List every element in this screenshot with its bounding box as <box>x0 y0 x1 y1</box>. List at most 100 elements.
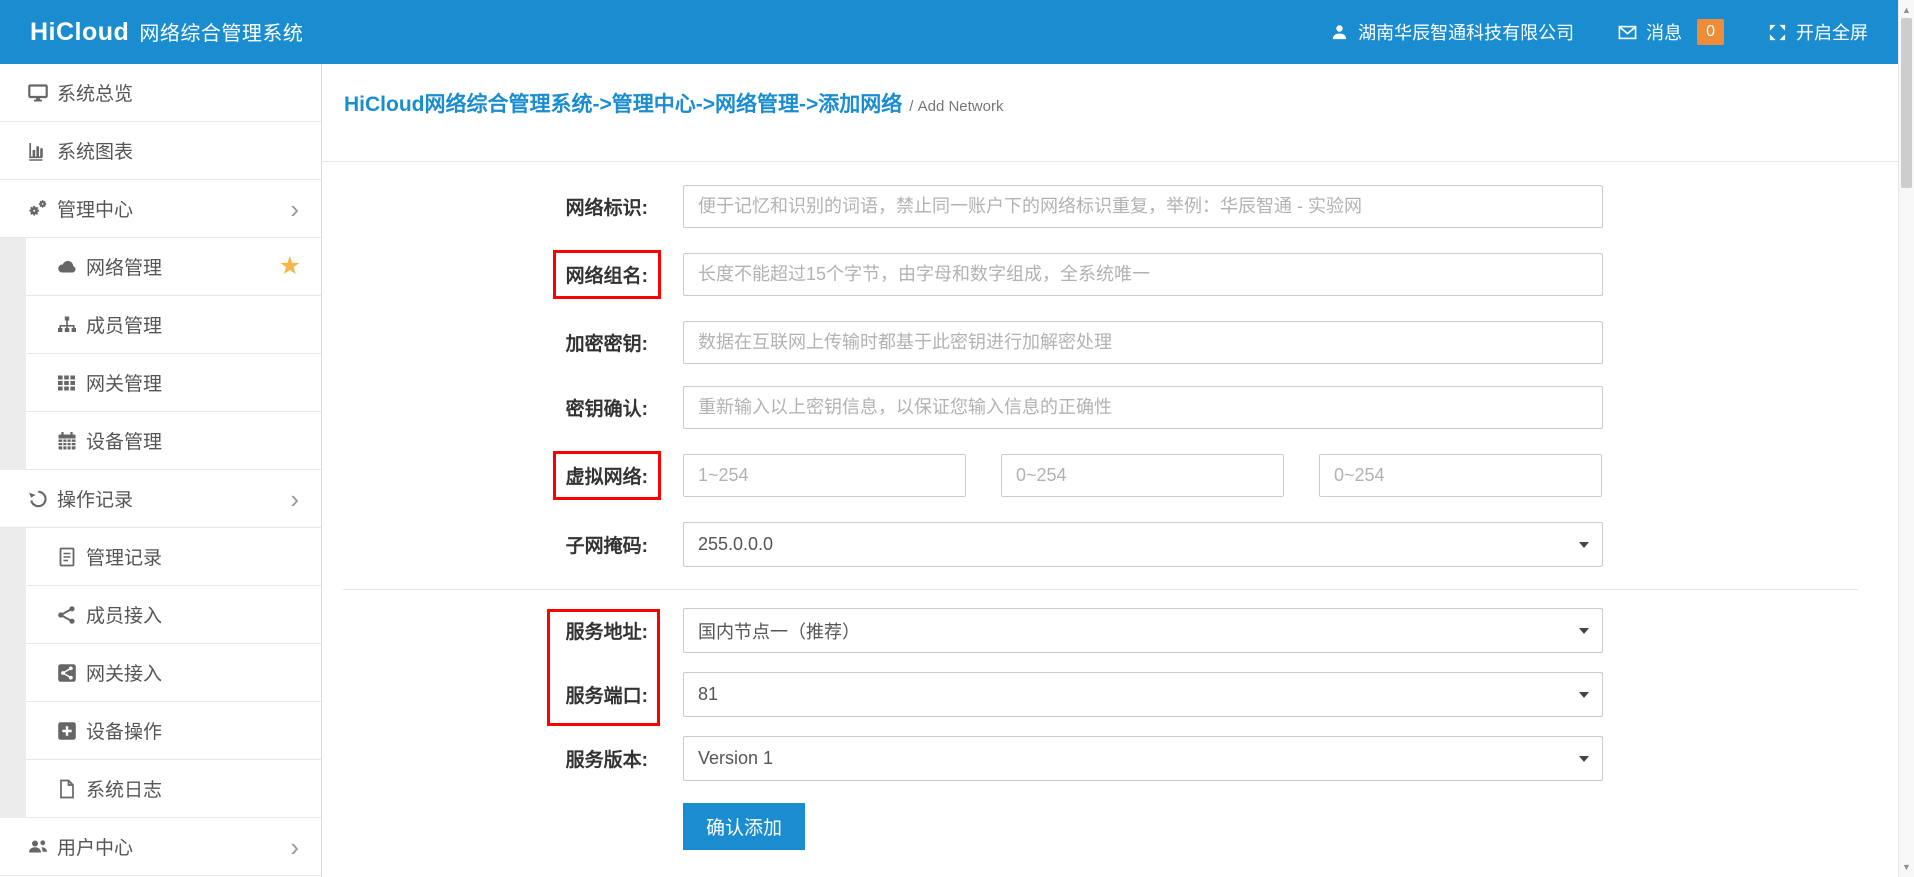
share-square-icon <box>57 663 77 683</box>
scrollbar-thumb[interactable] <box>1901 18 1912 188</box>
scroll-up-arrow-icon[interactable]: ▲ <box>1899 5 1914 15</box>
virtual-network-octet1-input[interactable] <box>683 454 966 497</box>
sidebar-item-system-overview[interactable]: 系统总览 <box>0 64 321 122</box>
fullscreen-button[interactable]: 开启全屏 <box>1768 19 1868 45</box>
sitemap-icon <box>57 315 77 335</box>
document-icon <box>57 547 77 567</box>
form-row-key-confirm: 密钥确认: <box>323 386 1898 429</box>
network-group-name-input[interactable] <box>683 253 1603 296</box>
sidebar-item-member-management[interactable]: 成员管理 <box>0 296 321 354</box>
add-network-form: 网络标识: 网络组名: 加密密钥: 密钥确认: 虚拟网络: <box>323 162 1898 850</box>
sidebar-item-label: 成员管理 <box>86 311 162 338</box>
sidebar-item-label: 系统日志 <box>86 775 162 802</box>
envelope-icon <box>1618 23 1637 42</box>
network-group-name-label-annotation-box: 网络组名: <box>553 250 661 299</box>
subnet-mask-select[interactable]: 255.0.0.0 <box>683 522 1603 567</box>
field-label-cell: 服务版本: <box>323 745 683 772</box>
breadcrumb-bar: HiCloud网络综合管理系统->管理中心->网络管理->添加网络/ Add N… <box>323 64 1898 162</box>
virtual-network-octet2-input[interactable] <box>1001 454 1284 497</box>
messages-button[interactable]: 消息 0 <box>1618 19 1724 45</box>
plus-square-icon <box>57 721 77 741</box>
sidebar-item-gateway-management[interactable]: 网关管理 <box>0 354 321 412</box>
service-version-label: 服务版本: <box>566 745 648 772</box>
field-label-cell: 网络标识: <box>323 193 683 220</box>
form-row-encryption-key: 加密密钥: <box>323 321 1898 364</box>
caret-down-icon <box>1579 756 1589 762</box>
virtual-network-octet3-input[interactable] <box>1319 454 1602 497</box>
sidebar-item-gateway-access[interactable]: 网关接入 <box>0 644 321 702</box>
sidebar-item-device-operations[interactable]: 设备操作 <box>0 702 321 760</box>
field-label-cell: 子网掩码: <box>323 531 683 558</box>
user-icon <box>1330 23 1349 42</box>
service-version-value: Version 1 <box>698 748 773 769</box>
caret-down-icon <box>1579 692 1589 698</box>
key-confirm-label: 密钥确认: <box>566 394 648 421</box>
sidebar-item-user-center[interactable]: 用户中心 › <box>0 818 321 876</box>
sidebar-item-member-access[interactable]: 成员接入 <box>0 586 321 644</box>
form-row-network-id: 网络标识: <box>323 185 1898 228</box>
network-id-label: 网络标识: <box>566 193 648 220</box>
confirm-add-button[interactable]: 确认添加 <box>683 803 805 850</box>
grid-icon <box>57 373 77 393</box>
form-row-service-port: 服务端口: 81 <box>323 672 1898 717</box>
service-version-select[interactable]: Version 1 <box>683 736 1603 781</box>
sidebar-item-system-logs[interactable]: 系统日志 <box>0 760 321 818</box>
fullscreen-icon <box>1768 23 1787 42</box>
field-label-cell: 服务地址: <box>323 617 683 644</box>
field-label-cell: 网络组名: <box>323 250 683 299</box>
brand-suffix: 网络综合管理系统 <box>139 17 303 46</box>
field-label-cell: 服务端口: <box>323 681 683 708</box>
brand-name: HiCloud <box>30 18 129 47</box>
sidebar-item-label: 网络管理 <box>86 253 162 280</box>
sidebar-item-label: 网关接入 <box>86 659 162 686</box>
main-content: HiCloud网络综合管理系统->管理中心->网络管理->添加网络/ Add N… <box>323 64 1898 877</box>
cloud-icon <box>57 257 77 277</box>
sidebar: 系统总览 系统图表 管理中心 › 网络管理 ★ 成员管理 网关管理 <box>0 64 322 877</box>
form-section-divider <box>343 589 1858 590</box>
scroll-down-arrow-icon[interactable]: ▼ <box>1899 862 1914 872</box>
sidebar-item-management-center[interactable]: 管理中心 › <box>0 180 321 238</box>
management-submenu: 网络管理 ★ 成员管理 网关管理 设备管理 <box>0 238 321 470</box>
sidebar-item-label: 操作记录 <box>57 485 133 512</box>
sidebar-item-label: 系统图表 <box>57 137 133 164</box>
service-address-select[interactable]: 国内节点一（推荐） <box>683 608 1603 653</box>
encryption-key-label: 加密密钥: <box>566 329 648 356</box>
breadcrumb-suffix: / Add Network <box>909 98 1003 115</box>
service-address-value: 国内节点一（推荐） <box>698 618 860 644</box>
users-icon <box>28 837 48 857</box>
sidebar-item-label: 系统总览 <box>57 79 133 106</box>
key-confirm-input[interactable] <box>683 386 1603 429</box>
caret-down-icon <box>1579 542 1589 548</box>
sidebar-item-management-records[interactable]: 管理记录 <box>0 528 321 586</box>
virtual-network-octets <box>683 454 1603 497</box>
form-row-subnet-mask: 子网掩码: 255.0.0.0 <box>323 522 1898 567</box>
page-scrollbar[interactable]: ▲ ▼ <box>1898 0 1914 877</box>
form-row-service-address: 服务地址: 国内节点一（推荐） <box>323 608 1898 653</box>
messages-count-badge: 0 <box>1697 19 1724 45</box>
sidebar-item-label: 设备管理 <box>86 427 162 454</box>
sidebar-item-system-charts[interactable]: 系统图表 <box>0 122 321 180</box>
field-label-cell: 密钥确认: <box>323 394 683 421</box>
sidebar-item-operation-records[interactable]: 操作记录 › <box>0 470 321 528</box>
account-menu[interactable]: 湖南华辰智通科技有限公司 <box>1330 19 1574 45</box>
encryption-key-input[interactable] <box>683 321 1603 364</box>
chevron-right-icon: › <box>290 834 299 860</box>
service-port-select[interactable]: 81 <box>683 672 1603 717</box>
records-submenu: 管理记录 成员接入 网关接入 设备操作 系统日志 <box>0 528 321 818</box>
app-window: HiCloud 网络综合管理系统 湖南华辰智通科技有限公司 消息 0 开启全屏 … <box>0 0 1914 877</box>
company-name: 湖南华辰智通科技有限公司 <box>1358 19 1574 45</box>
subnet-mask-value: 255.0.0.0 <box>698 534 773 555</box>
favorite-star-icon[interactable]: ★ <box>279 254 301 279</box>
form-row-service-version: 服务版本: Version 1 <box>323 736 1898 781</box>
chevron-right-icon: › <box>290 196 299 222</box>
bar-chart-icon <box>28 141 48 161</box>
sidebar-item-network-management[interactable]: 网络管理 ★ <box>0 238 321 296</box>
network-id-input[interactable] <box>683 185 1603 228</box>
sidebar-item-device-management[interactable]: 设备管理 <box>0 412 321 470</box>
form-row-virtual-network: 虚拟网络: <box>323 451 1898 500</box>
service-port-label: 服务端口: <box>566 681 648 708</box>
calendar-icon <box>57 431 77 451</box>
messages-label: 消息 <box>1646 19 1682 45</box>
chevron-right-icon: › <box>290 486 299 512</box>
share-icon <box>57 605 77 625</box>
